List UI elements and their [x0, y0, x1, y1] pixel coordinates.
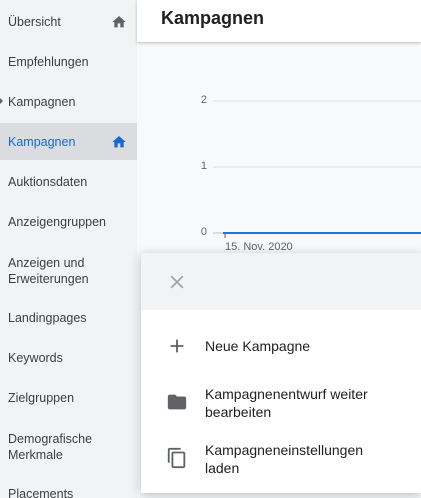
sidebar-item-uebersicht[interactable]: Übersicht: [0, 8, 137, 36]
sidebar-item-label: Zielgruppen: [8, 391, 75, 405]
page-header: Kampagnen: [137, 0, 421, 42]
sidebar-item-label: Anzeigengruppen: [8, 215, 106, 229]
dialog-header: [141, 253, 421, 310]
sidebar: Übersicht Empfehlungen Kampagnen Kampagn…: [0, 0, 137, 498]
sidebar-item-label: Placements: [8, 487, 74, 498]
page-title: Kampagnen: [161, 8, 265, 28]
home-icon: [112, 135, 126, 147]
sidebar-item-placements[interactable]: Placements: [0, 484, 137, 498]
sidebar-item-label: Landingpages: [8, 311, 87, 325]
sidebar-item-keywords[interactable]: Keywords: [0, 344, 137, 372]
y-tick-label: 2: [200, 94, 207, 106]
sidebar-item-zielgruppen[interactable]: Zielgruppen: [0, 384, 137, 412]
sidebar-item-empfehlungen[interactable]: Empfehlungen: [0, 48, 137, 76]
close-icon[interactable]: [167, 272, 187, 292]
sidebar-item-label: Anzeigen und Erweiterungen: [8, 256, 89, 286]
new-campaign-dialog: Neue Kampagne Kampagnenentwurf weiter be…: [141, 253, 421, 493]
sidebar-item-label: Demografische Merkmale: [8, 432, 93, 462]
sidebar-item-label: Kampagnen: [8, 95, 76, 109]
option-label: Kampagnenentwurf weiter bearbeiten: [205, 386, 368, 420]
folder-icon: [167, 394, 187, 410]
copy-icon: [167, 447, 186, 469]
sidebar-item-kampagnen-all[interactable]: Kampagnen: [0, 88, 137, 116]
sidebar-item-label: Keywords: [8, 351, 63, 365]
option-label: Neue Kampagne: [205, 338, 311, 354]
y-tick-label: 0: [200, 226, 207, 238]
continue-draft-option[interactable]: Kampagnenentwurf weiter bearbeiten: [141, 381, 421, 425]
new-campaign-option[interactable]: Neue Kampagne: [141, 331, 421, 361]
y-tick-label: 1: [200, 160, 207, 172]
sidebar-item-label: Kampagnen: [8, 134, 76, 149]
sidebar-item-anzeigen[interactable]: Anzeigen und Erweiterungen: [0, 254, 120, 288]
x-tick-label: 15. Nov. 2020: [225, 241, 293, 253]
option-label: Kampagneneinstellungen laden: [205, 442, 364, 476]
performance-chart: 2 1 0 15. Nov. 2020: [137, 42, 421, 262]
chart-svg: [213, 100, 421, 238]
home-icon: [112, 16, 126, 28]
sidebar-item-demografische-merkmale[interactable]: Demografische Merkmale: [0, 430, 120, 464]
plus-icon: [170, 339, 184, 353]
sidebar-item-label: Übersicht: [8, 15, 61, 29]
sidebar-item-anzeigengruppen[interactable]: Anzeigengruppen: [0, 208, 137, 236]
sidebar-item-landingpages[interactable]: Landingpages: [0, 304, 137, 332]
sidebar-item-auktionsdaten[interactable]: Auktionsdaten: [0, 168, 137, 196]
sidebar-item-label: Empfehlungen: [8, 55, 89, 69]
sidebar-item-label: Auktionsdaten: [8, 175, 88, 189]
sidebar-item-kampagnen[interactable]: Kampagnen: [0, 123, 137, 160]
load-settings-option[interactable]: Kampagneneinstellungen laden: [141, 437, 421, 481]
